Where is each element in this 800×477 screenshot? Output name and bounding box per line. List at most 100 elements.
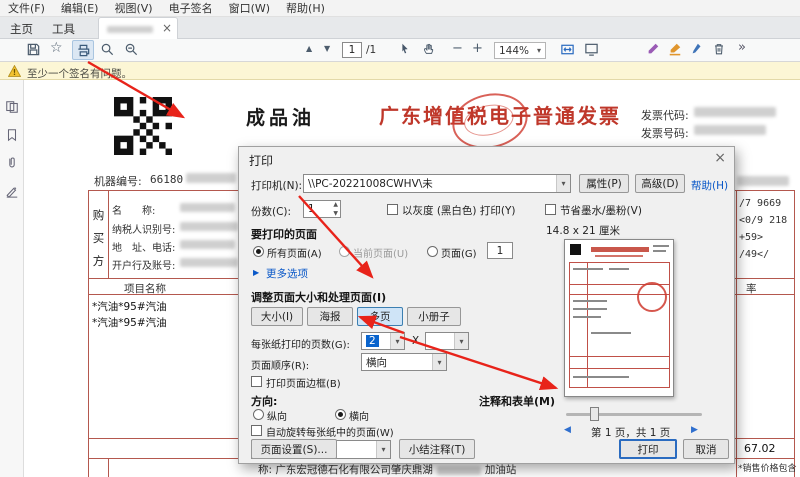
menu-window[interactable]: 窗口(W) <box>229 0 270 16</box>
page-number-input[interactable] <box>342 42 362 58</box>
page-order-select[interactable]: 横向 ▾ <box>361 353 447 371</box>
menu-edit[interactable]: 编辑(E) <box>61 0 99 16</box>
hand-tool-icon[interactable] <box>422 42 436 56</box>
next-page-icon[interactable]: ▼ <box>324 44 330 53</box>
sizing-group-title: 调整页面大小和处理页面(I) <box>251 289 386 305</box>
highlighter-tool-icon[interactable] <box>668 42 682 56</box>
machine-number-label: 机器编号: <box>94 173 142 189</box>
bookmarks-icon[interactable] <box>5 128 19 142</box>
stepper-up-icon[interactable]: ▲ <box>333 201 338 208</box>
advanced-button[interactable]: 高级(D) <box>635 174 685 193</box>
printer-select[interactable]: \\PC-20221008CWHV\未 ▾ <box>303 174 571 193</box>
size-mode-button[interactable]: 大小(I) <box>251 307 303 326</box>
buyer-value-redacted <box>180 203 235 212</box>
current-page-label: 当前页面(U) <box>353 245 408 260</box>
preview-zoom-slider-handle[interactable] <box>590 407 599 421</box>
buyer-row-label: 地 址、电话: <box>112 239 175 254</box>
menu-view[interactable]: 视图(V) <box>114 0 152 16</box>
buyer-value-redacted <box>180 240 235 249</box>
preview-title-mark <box>591 247 649 252</box>
multiple-mode-button[interactable]: 多页 <box>357 307 403 326</box>
zoom-tool-icon[interactable] <box>124 42 139 57</box>
table-line <box>108 458 109 477</box>
menu-help[interactable]: 帮助(H) <box>286 0 325 16</box>
page-display-icon[interactable] <box>584 42 599 57</box>
menu-bar: 文件(F) 编辑(E) 视图(V) 电子签名 窗口(W) 帮助(H) <box>0 0 800 17</box>
pages-per-sheet-second-select[interactable]: ▾ <box>425 332 469 350</box>
all-pages-label[interactable]: 所有页面(A) <box>267 245 322 260</box>
more-options-link[interactable]: 更多选项 <box>266 266 308 281</box>
poster-mode-button[interactable]: 海报 <box>307 307 353 326</box>
pencil-tool-icon[interactable] <box>646 42 660 56</box>
search-icon[interactable] <box>100 42 115 57</box>
item-row: *汽油*95#汽油 <box>92 315 167 330</box>
save-icon[interactable] <box>26 42 41 57</box>
menu-file[interactable]: 文件(F) <box>8 0 45 16</box>
zoom-level-select[interactable]: 144% ▾ <box>494 42 546 59</box>
landscape-label[interactable]: 横向 <box>349 408 369 423</box>
preview-next-page-icon[interactable]: ▶ <box>691 425 698 435</box>
help-link[interactable]: 帮助(H) <box>691 178 728 193</box>
zoom-in-icon[interactable]: + <box>472 41 483 56</box>
properties-button[interactable]: 属性(P) <box>579 174 629 193</box>
stepper-down-icon[interactable]: ▼ <box>333 210 338 217</box>
more-tools-icon[interactable]: » <box>738 40 746 55</box>
document-tab[interactable]: × <box>98 17 178 39</box>
booklet-mode-button[interactable]: 小册子 <box>407 307 461 326</box>
preview-prev-page-icon[interactable]: ◀ <box>564 425 571 435</box>
previous-page-icon[interactable]: ▲ <box>306 44 312 53</box>
page-thumbnails-icon[interactable] <box>5 100 19 114</box>
pages-range-input[interactable] <box>487 242 513 259</box>
menu-esign[interactable]: 电子签名 <box>169 0 213 16</box>
copies-stepper[interactable]: 1 ▲ ▼ <box>303 200 341 218</box>
portrait-label[interactable]: 纵向 <box>267 408 287 423</box>
preview-text-mark <box>609 268 629 270</box>
grayscale-checkbox[interactable] <box>387 204 398 215</box>
print-icon[interactable] <box>72 40 94 60</box>
save-ink-label: 节省墨水/墨粉(V) <box>560 203 642 218</box>
landscape-radio[interactable] <box>335 409 346 420</box>
summarize-comments-button[interactable]: 小结注释(T) <box>399 439 475 459</box>
seller-redacted <box>437 466 481 475</box>
attachments-icon[interactable] <box>5 156 19 170</box>
trash-icon[interactable] <box>712 42 726 56</box>
all-pages-radio[interactable] <box>253 246 264 257</box>
tab-tools[interactable]: 工具 <box>52 21 75 37</box>
page-border-label[interactable]: 打印页面边框(B) <box>266 375 341 390</box>
preview-qr <box>570 244 581 255</box>
grayscale-label: 以灰度 (黑白色) 打印(Y) <box>402 203 515 218</box>
chevron-down-icon: ▾ <box>556 175 570 192</box>
current-page-radio[interactable] <box>339 246 350 257</box>
tab-close-icon[interactable]: × <box>162 21 172 35</box>
pages-radio[interactable] <box>427 246 438 257</box>
tab-home[interactable]: 主页 <box>10 21 33 37</box>
auto-rotate-label[interactable]: 自动旋转每张纸中的页面(W) <box>266 424 394 439</box>
save-ink-checkbox[interactable] <box>545 204 556 215</box>
star-icon[interactable]: ☆ <box>50 40 63 56</box>
pages-radio-label[interactable]: 页面(G) <box>441 245 477 260</box>
cancel-button[interactable]: 取消 <box>683 439 729 459</box>
print-button[interactable]: 打印 <box>619 439 677 459</box>
preview-text-mark <box>653 245 669 247</box>
zoom-out-icon[interactable]: − <box>452 41 463 56</box>
preview-table <box>569 262 670 388</box>
portrait-radio[interactable] <box>253 409 264 420</box>
paper-size-label: 14.8 x 21 厘米 <box>546 223 620 238</box>
sign-tool-icon[interactable] <box>690 42 704 56</box>
dialog-close-icon[interactable]: × <box>714 150 726 166</box>
total-value: 67.02 <box>744 442 776 455</box>
print-preview-thumbnail <box>564 239 674 397</box>
preview-text-mark <box>573 268 603 270</box>
pages-per-sheet-select[interactable]: 2 ▾ <box>361 332 405 350</box>
page-setup-button[interactable]: 页面设置(S)... <box>251 439 337 459</box>
signatures-panel-icon[interactable] <box>5 184 19 198</box>
pages-group-title: 要打印的页面 <box>251 226 317 242</box>
select-tool-icon[interactable] <box>398 42 412 56</box>
chevron-down-icon: ▾ <box>432 354 446 370</box>
page-border-checkbox[interactable] <box>251 376 262 387</box>
auto-rotate-checkbox[interactable] <box>251 425 262 436</box>
print-dialog: 打印 × 打印机(N): \\PC-20221008CWHV\未 ▾ 属性(P)… <box>238 146 735 464</box>
preview-zoom-slider-track[interactable] <box>566 413 702 416</box>
signature-notice-bar: ! 至少一个签名有问题。 <box>0 62 800 80</box>
fit-width-icon[interactable] <box>560 42 575 57</box>
